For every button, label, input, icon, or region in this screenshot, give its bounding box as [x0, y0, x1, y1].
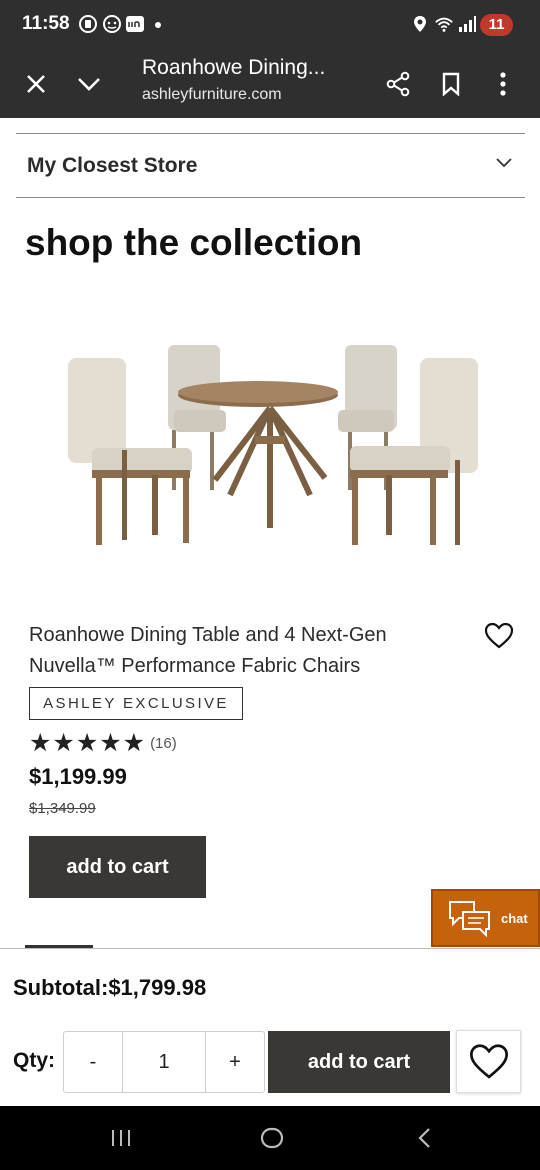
chat-button[interactable]: chat: [431, 889, 540, 947]
heart-icon[interactable]: [484, 622, 516, 652]
system-nav-bar: [0, 1106, 540, 1170]
page-url[interactable]: ashleyfurniture.com: [142, 86, 282, 104]
store-label: My Closest Store: [27, 154, 198, 177]
product-name[interactable]: Roanhowe Dining Table and 4 Next-Gen Nuv…: [29, 620, 469, 682]
page-title[interactable]: Roanhowe Dining...: [142, 56, 325, 80]
exclusive-badge: ASHLEY EXCLUSIVE: [29, 687, 243, 720]
section-title: shop the collection: [25, 222, 363, 263]
chevron-down-icon[interactable]: [67, 62, 111, 106]
sale-price: $1,199.99: [29, 764, 127, 789]
sticky-add-to-cart-button[interactable]: add to cart: [268, 1031, 450, 1093]
review-count: (16): [150, 734, 177, 752]
sticky-cart-bar: Subtotal:$1,799.98 Qty: - 1 + add to car…: [0, 948, 540, 1106]
dot-icon: [148, 14, 168, 34]
divider: [16, 197, 525, 198]
chat-label: chat: [501, 911, 528, 926]
wishlist-button[interactable]: [456, 1030, 521, 1093]
circle-app-icon: [78, 14, 98, 34]
qty-label: Qty:: [13, 1049, 55, 1072]
quantity-stepper: - 1 +: [63, 1031, 265, 1093]
home-icon[interactable]: [250, 1118, 294, 1158]
close-icon[interactable]: [14, 62, 58, 106]
browser-toolbar: Roanhowe Dining... ashleyfurniture.com: [0, 50, 540, 118]
product-image[interactable]: [40, 320, 500, 570]
signal-icon: [457, 14, 477, 34]
share-icon[interactable]: [376, 62, 420, 106]
stars-icon: ★★★★★: [29, 729, 147, 757]
qty-decrement-button[interactable]: -: [64, 1032, 123, 1092]
android-head-icon: [102, 14, 122, 34]
qty-input[interactable]: 1: [123, 1032, 206, 1092]
status-time: 11:58: [22, 13, 70, 34]
more-vert-icon[interactable]: [481, 62, 525, 106]
heart-icon: [469, 1043, 508, 1079]
ring-app-icon: [125, 14, 145, 34]
back-icon[interactable]: [402, 1118, 446, 1158]
wifi-icon: [434, 14, 454, 34]
status-bar: 11:58 11: [0, 0, 540, 50]
bookmark-icon[interactable]: [429, 62, 473, 106]
add-to-cart-button[interactable]: add to cart: [29, 836, 206, 898]
location-icon: [410, 14, 430, 34]
chevron-down-icon: [495, 156, 513, 174]
star-rating[interactable]: ★★★★★ (16): [29, 728, 177, 758]
original-price: $1,349.99: [29, 800, 96, 817]
notification-badge: 11: [480, 14, 513, 36]
closest-store-toggle[interactable]: My Closest Store: [16, 134, 525, 198]
qty-increment-button[interactable]: +: [206, 1032, 264, 1092]
recent-apps-icon[interactable]: [99, 1118, 143, 1158]
chat-bubbles-icon: [449, 901, 490, 938]
subtotal: Subtotal:$1,799.98: [13, 975, 207, 1000]
